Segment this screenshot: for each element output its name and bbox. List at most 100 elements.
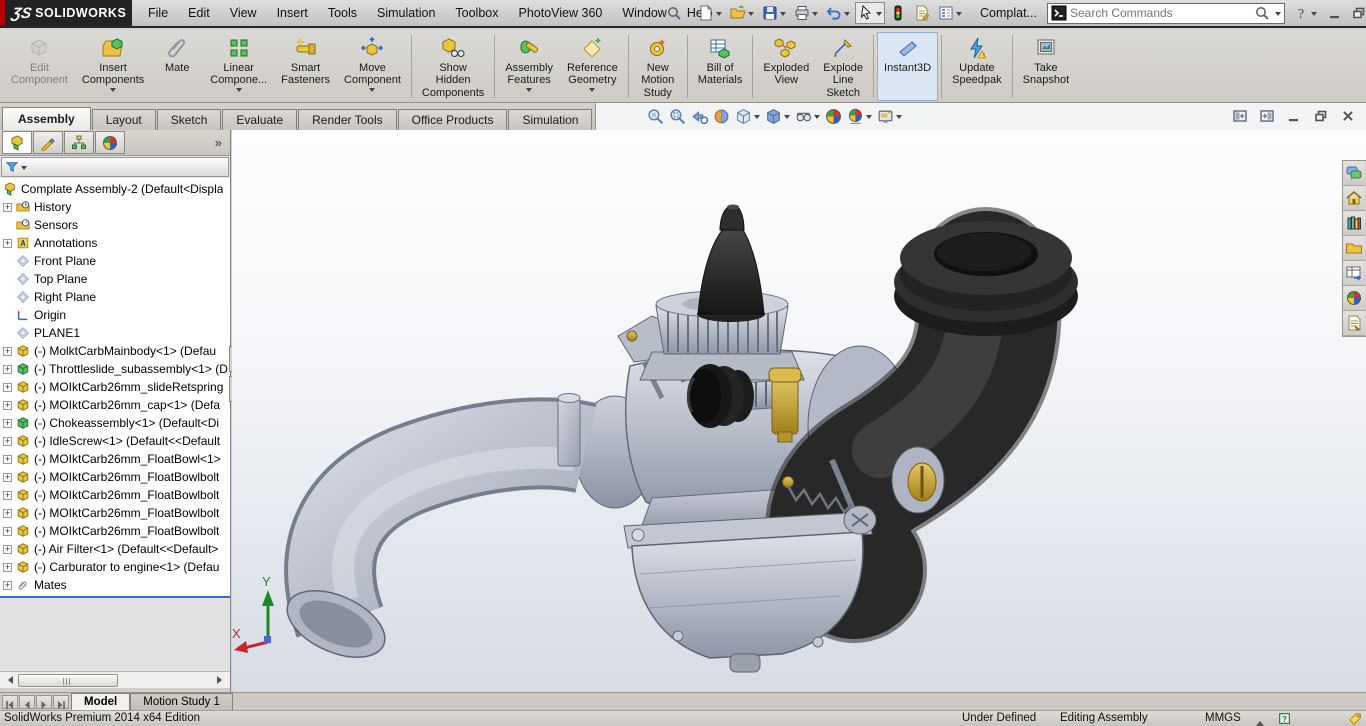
doc-minimize-button[interactable] — [1286, 108, 1302, 124]
dropdown-arrow[interactable] — [780, 11, 786, 19]
tree-item-right-plane[interactable]: Right Plane — [0, 288, 230, 306]
menu-file[interactable]: File — [138, 0, 178, 26]
tab-sketch[interactable]: Sketch — [156, 109, 222, 130]
expand-toggle[interactable]: + — [3, 346, 12, 356]
tree-item-origin[interactable]: Origin — [0, 306, 230, 324]
model-tab-model[interactable]: Model — [71, 693, 131, 710]
tree-item-chokeassembly-1-default-di[interactable]: + (-) Chokeassembly<1> (Default<Di — [0, 414, 230, 432]
model-tab-motion-study-1[interactable]: Motion Study 1 — [130, 693, 233, 710]
search-magnifier-icon[interactable] — [1254, 5, 1270, 21]
tree-horizontal-scrollbar[interactable] — [0, 671, 230, 688]
menu-tools[interactable]: Tools — [318, 0, 367, 26]
tree-item-annotations[interactable]: + A Annotations — [0, 234, 230, 252]
scroll-thumb[interactable] — [18, 673, 118, 687]
ribbon-button-take-snapshot[interactable]: Take Snapshot — [1016, 32, 1076, 101]
fm-display-tab[interactable] — [95, 131, 125, 154]
zoom-area-button[interactable] — [668, 107, 687, 126]
expand-toggle[interactable]: + — [3, 526, 12, 536]
print-button[interactable] — [791, 2, 821, 24]
dropdown-arrow[interactable] — [866, 115, 872, 122]
resources-home-button[interactable] — [1343, 186, 1365, 211]
expand-toggle[interactable]: + — [3, 490, 12, 500]
file-properties-button[interactable] — [911, 2, 933, 24]
dropdown-arrow[interactable] — [814, 115, 820, 122]
expand-toggle[interactable]: + — [3, 562, 12, 572]
filter-dropdown-arrow[interactable] — [21, 165, 27, 173]
doc-restore-button[interactable] — [1313, 108, 1329, 124]
tree-item-molktcarbmainbody-1-defau[interactable]: + (-) MolktCarbMainbody<1> (Defau — [0, 342, 230, 360]
expand-toggle[interactable]: + — [3, 202, 12, 212]
tree-item-plane1[interactable]: PLANE1 — [0, 324, 230, 342]
menu-view[interactable]: View — [220, 0, 267, 26]
tree-item-moiktcarb26mm-floatbowl-1[interactable]: + (-) MOIktCarb26mm_FloatBowl<1> — [0, 450, 230, 468]
collapse-pane-left-button[interactable] — [1232, 108, 1248, 124]
ribbon-button-bill-of-materials[interactable]: Bill of Materials — [691, 32, 750, 101]
ribbon-button-move-component[interactable]: Move Component — [337, 32, 408, 101]
dropdown-arrow[interactable] — [754, 115, 760, 122]
expand-toggle[interactable]: + — [3, 508, 12, 518]
search-commands-box[interactable] — [1046, 2, 1285, 24]
dropdown-arrow[interactable] — [235, 87, 242, 95]
expand-toggle[interactable]: + — [3, 472, 12, 482]
expand-toggle[interactable]: + — [3, 238, 12, 248]
ribbon-button-assembly-features[interactable]: Assembly Features — [498, 32, 560, 101]
search-commands-input[interactable] — [1069, 6, 1251, 20]
edit-appearance-button[interactable] — [824, 107, 843, 126]
menu-insert[interactable]: Insert — [267, 0, 318, 26]
display-style-button[interactable] — [764, 107, 791, 126]
view-orientation-button[interactable] — [734, 107, 761, 126]
undo-button[interactable] — [823, 2, 853, 24]
design-library-button[interactable] — [1343, 211, 1365, 236]
expand-toggle[interactable]: + — [3, 580, 12, 590]
menu-photoview-360[interactable]: PhotoView 360 — [509, 0, 613, 26]
select-cursor-button[interactable] — [855, 2, 885, 24]
dropdown-arrow[interactable] — [876, 11, 882, 19]
nav-last-button[interactable] — [53, 694, 69, 709]
appearances-button[interactable] — [1343, 286, 1365, 311]
help-dropdown-arrow[interactable] — [1310, 11, 1317, 19]
ribbon-button-exploded-view[interactable]: Exploded View — [756, 32, 816, 101]
tree-item-throttleslide-subassembly-1-d[interactable]: + (-) Throttleslide_subassembly<1> (D — [0, 360, 230, 378]
panel-overflow-chevron[interactable]: » — [209, 135, 228, 150]
expand-toggle[interactable]: + — [3, 400, 12, 410]
graphics-viewport[interactable]: Y X — [232, 130, 1366, 692]
tree-item-idlescrew-1-default-default[interactable]: + (-) IdleScrew<1> (Default<<Default — [0, 432, 230, 450]
scroll-right-button[interactable] — [213, 673, 230, 688]
file-explorer-button[interactable] — [1343, 236, 1365, 261]
menu-search-icon[interactable] — [666, 5, 682, 21]
dropdown-arrow[interactable] — [748, 11, 754, 19]
nav-next-button[interactable] — [36, 694, 52, 709]
expand-toggle[interactable]: + — [3, 382, 12, 392]
ribbon-button-linear-compone[interactable]: Linear Compone... — [203, 32, 274, 101]
ribbon-button-new-motion-study[interactable]: New Motion Study — [632, 32, 684, 101]
rebuild-button[interactable] — [887, 2, 909, 24]
view-palette-button[interactable] — [1343, 261, 1365, 286]
expand-toggle[interactable]: + — [3, 544, 12, 554]
menu-simulation[interactable]: Simulation — [367, 0, 445, 26]
dropdown-arrow[interactable] — [526, 87, 533, 95]
search-dropdown-arrow[interactable] — [1274, 11, 1281, 19]
apply-scene-button[interactable] — [846, 107, 873, 126]
tree-item-sensors[interactable]: Sensors — [0, 216, 230, 234]
dropdown-arrow[interactable] — [110, 87, 117, 95]
tree-item-history[interactable]: + History — [0, 198, 230, 216]
fm-config-tab[interactable] — [64, 131, 94, 154]
ribbon-button-insert-components[interactable]: Insert Components — [75, 32, 151, 101]
tab-simulation[interactable]: Simulation — [508, 109, 593, 130]
units-selector[interactable]: MMGS — [1205, 712, 1241, 724]
restore-button[interactable] — [1351, 5, 1366, 21]
units-dropdown-arrow[interactable] — [1256, 717, 1264, 726]
dropdown-arrow[interactable] — [589, 87, 596, 95]
custom-properties-button[interactable] — [1343, 311, 1365, 336]
tree-item-moiktcarb26mm-floatbowlbolt[interactable]: + (-) MOIktCarb26mm_FloatBowlbolt — [0, 468, 230, 486]
expand-toggle[interactable]: + — [3, 418, 12, 428]
expand-toggle[interactable]: + — [3, 364, 12, 374]
ribbon-button-reference-geometry[interactable]: Reference Geometry — [560, 32, 625, 101]
doc-close-button[interactable] — [1340, 108, 1356, 124]
menu-edit[interactable]: Edit — [178, 0, 220, 26]
section-view-button[interactable] — [712, 107, 731, 126]
tree-item-moiktcarb26mm-floatbowlbolt[interactable]: + (-) MOIktCarb26mm_FloatBowlbolt — [0, 486, 230, 504]
expand-toggle[interactable]: + — [3, 436, 12, 446]
tab-render-tools[interactable]: Render Tools — [298, 109, 397, 130]
tab-layout[interactable]: Layout — [91, 109, 156, 130]
